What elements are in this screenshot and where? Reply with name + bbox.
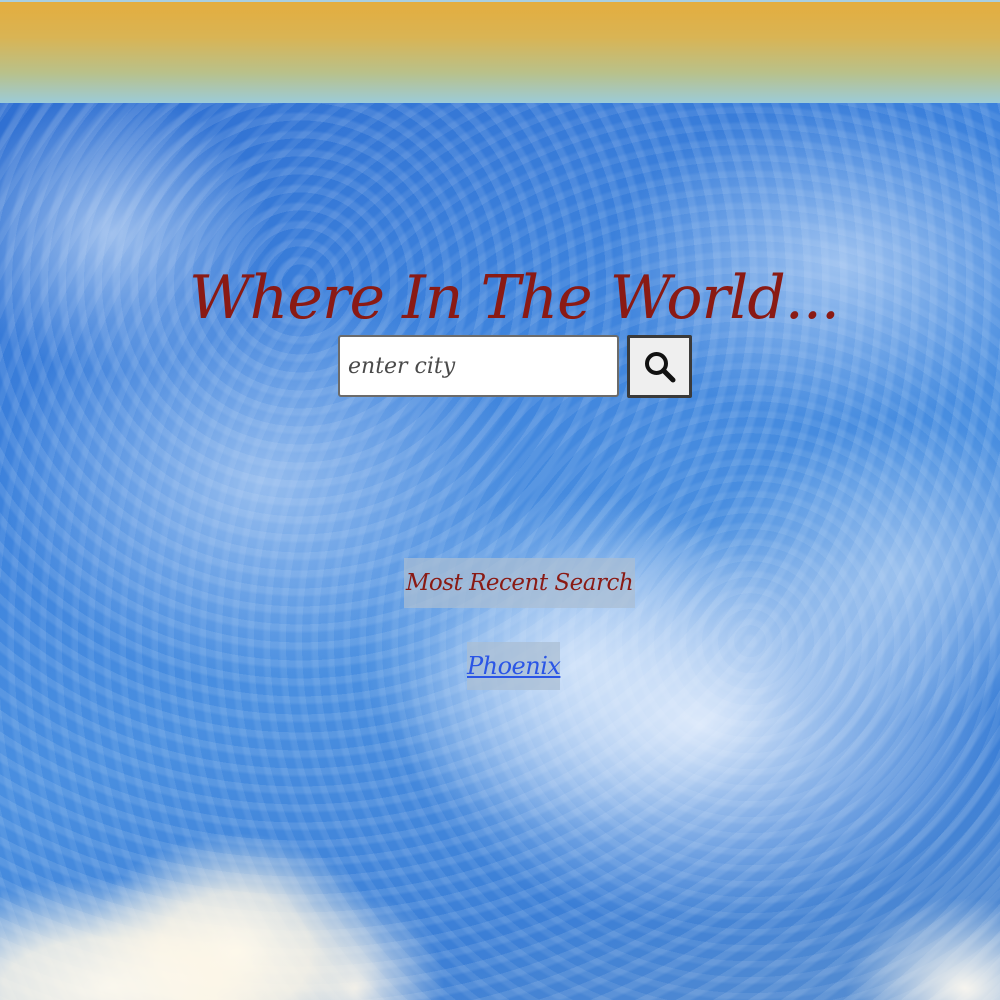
recent-search-link[interactable]: Phoenix <box>467 642 561 690</box>
sky-background-image <box>0 103 1000 1000</box>
recent-search-heading: Most Recent Search <box>404 558 635 608</box>
top-banner <box>0 0 1000 103</box>
city-search-input[interactable] <box>338 335 619 397</box>
search-button[interactable] <box>627 335 692 398</box>
page-title: Where In The World... <box>189 263 840 333</box>
search-icon <box>644 351 675 382</box>
